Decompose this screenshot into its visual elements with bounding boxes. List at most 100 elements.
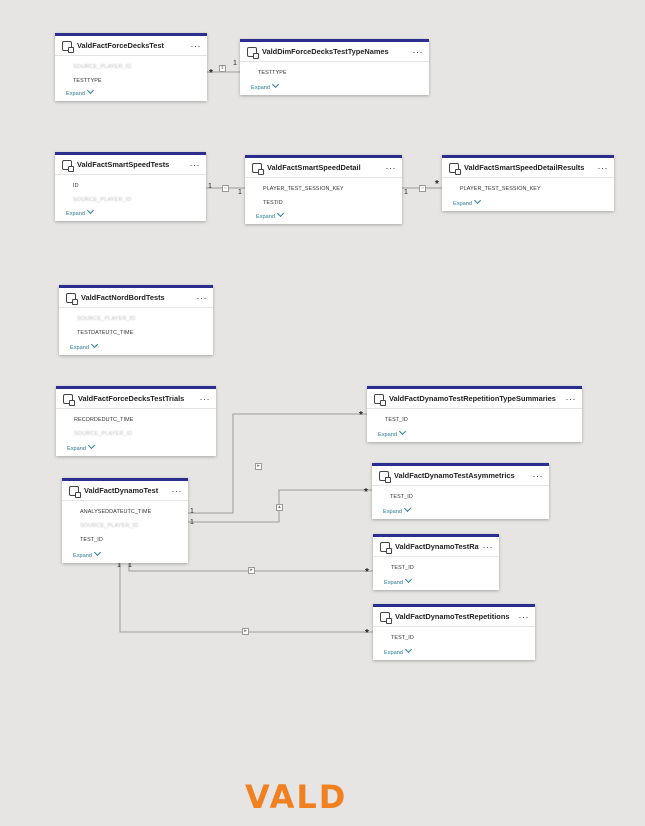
field-item[interactable]: ID [55,179,206,193]
bidirectional-filter-icon: ⇔ [419,185,426,192]
field-item[interactable]: SOURCE_PLAYER_ID [56,427,216,441]
table-icon [66,292,78,305]
table-card-force-decks-test-trials[interactable]: ValdFactForceDecksTestTrials ··· RECORDE… [56,386,216,456]
table-icon [449,162,461,175]
field-item[interactable]: SOURCE_PLAYER_ID [55,60,207,74]
expand-link[interactable]: Expand [70,340,99,351]
table-title: ValdDimForceDecksTestTypeNames [262,47,389,56]
bidirectional-filter-icon: ⇕ [219,65,226,72]
field-item[interactable]: TEST_ID [373,561,499,575]
expand-link[interactable]: Expand [73,548,102,559]
field-item[interactable]: SOURCE_PLAYER_ID [59,312,213,326]
table-icon [247,46,259,59]
table-card-dynamo-test[interactable]: ValdFactDynamoTest ··· ANALYSEDDATEUTC_T… [62,478,188,563]
table-icon [374,393,386,406]
single-filter-arrow-icon: ▸ [248,567,255,574]
table-title: ValdFactDynamoTestRat... [395,542,479,551]
table-card-dynamo-ratios[interactable]: ValdFactDynamoTestRat... ··· TEST_ID Exp… [373,534,499,590]
expand-link[interactable]: Expand [453,196,482,207]
cardinality-many: * [359,410,363,421]
table-icon [380,541,392,554]
cardinality-one: 1 [233,60,237,67]
field-item[interactable]: TEST_ID [372,490,549,504]
chevron-down-icon [90,340,99,349]
expand-link[interactable]: Expand [251,80,280,91]
field-item[interactable]: TESTTYPE [55,74,207,88]
cardinality-many: * [209,68,213,79]
field-item[interactable]: TEST_ID [367,413,582,427]
expand-link[interactable]: Expand [67,441,96,452]
more-options-icon[interactable]: ··· [483,542,494,551]
field-item[interactable]: PLAYER_TEST_SESSION_KEY [245,182,402,196]
table-card-dynamo-repetitions[interactable]: ValdFactDynamoTestRepetitions ··· TEST_I… [373,604,535,660]
table-card-smart-speed-tests[interactable]: ValdFactSmartSpeedTests ··· ID SOURCE_PL… [55,152,206,221]
expand-link[interactable]: Expand [384,645,413,656]
table-title: ValdFactDynamoTestRepetitionTypeSummarie… [389,394,556,403]
cardinality-one: 1 [117,562,121,569]
table-icon [62,159,74,172]
chevron-down-icon [276,209,285,218]
chevron-down-icon [93,548,102,557]
field-item[interactable]: SOURCE_PLAYER_ID [55,193,206,207]
vald-logo: VALD [245,778,348,816]
more-options-icon[interactable]: ··· [190,160,201,169]
chevron-down-icon [404,645,413,654]
more-options-icon[interactable]: ··· [172,486,183,495]
table-title: ValdFactSmartSpeedTests [77,160,170,169]
expand-link[interactable]: Expand [378,427,407,438]
expand-link[interactable]: Expand [66,86,95,97]
field-item[interactable]: TESTDATEUTC_TIME [59,326,213,340]
chevron-down-icon [398,427,407,436]
more-options-icon[interactable]: ··· [200,394,211,403]
table-card-dynamo-rep-type-summaries[interactable]: ValdFactDynamoTestRepetitionTypeSummarie… [367,386,582,442]
expand-link[interactable]: Expand [384,575,413,586]
expand-link[interactable]: Expand [256,209,285,220]
cardinality-one: 1 [190,519,194,526]
more-options-icon[interactable]: ··· [533,471,544,480]
more-options-icon[interactable]: ··· [566,394,577,403]
field-item[interactable]: TEST_ID [373,631,535,645]
single-filter-arrow-icon: ▴ [276,504,283,511]
more-options-icon[interactable]: ··· [191,41,202,50]
table-card-dynamo-asymmetrics[interactable]: ValdFactDynamoTestAsymmetrics ··· TEST_I… [372,463,549,519]
table-card-smart-speed-detail-results[interactable]: ValdFactSmartSpeedDetailResults ··· PLAY… [442,155,614,211]
cardinality-one: 1 [190,508,194,515]
table-title: ValdFactSmartSpeedDetailResults [464,163,585,172]
cardinality-many: * [364,487,368,498]
table-card-nord-bord-tests[interactable]: ValdFactNordBordTests ··· SOURCE_PLAYER_… [59,285,213,355]
cardinality-many: * [435,179,439,190]
field-item[interactable]: ANALYSEDDATEUTC_TIME [62,505,188,519]
more-options-icon[interactable]: ··· [386,163,397,172]
single-filter-arrow-icon: ▸ [242,628,249,635]
chevron-down-icon [473,196,482,205]
field-item[interactable]: RECORDEDUTC_TIME [56,413,216,427]
table-card-smart-speed-detail[interactable]: ValdFactSmartSpeedDetail ··· PLAYER_TEST… [245,155,402,224]
chevron-down-icon [403,504,412,513]
bidirectional-filter-icon: ⇔ [222,185,229,192]
expand-link[interactable]: Expand [66,206,95,217]
chevron-down-icon [86,206,95,215]
cardinality-many: * [365,628,369,639]
more-options-icon[interactable]: ··· [598,163,609,172]
more-options-icon[interactable]: ··· [197,293,208,302]
chevron-down-icon [404,575,413,584]
table-card-dim-force-decks-test-type-names[interactable]: ValdDimForceDecksTestTypeNames ··· TESTT… [240,39,429,95]
field-item[interactable]: TEST_ID [62,533,188,547]
field-item[interactable]: PLAYER_TEST_SESSION_KEY [442,182,614,196]
table-icon [380,611,392,624]
expand-link[interactable]: Expand [383,504,412,515]
field-item[interactable]: TESTTYPE [240,66,429,80]
chevron-down-icon [87,441,96,450]
cardinality-one: 1 [208,183,212,190]
chevron-down-icon [86,86,95,95]
table-icon [62,40,74,53]
more-options-icon[interactable]: ··· [413,47,424,56]
table-icon [69,485,81,498]
field-item[interactable]: SOURCE_PLAYER_ID [62,519,188,533]
table-card-force-decks-test[interactable]: ValdFactForceDecksTest ··· SOURCE_PLAYER… [55,33,207,101]
table-title: ValdFactForceDecksTestTrials [78,394,185,403]
more-options-icon[interactable]: ··· [519,612,530,621]
field-item[interactable]: TESTID [245,196,402,210]
cardinality-one: 1 [404,189,408,196]
chevron-down-icon [271,80,280,89]
